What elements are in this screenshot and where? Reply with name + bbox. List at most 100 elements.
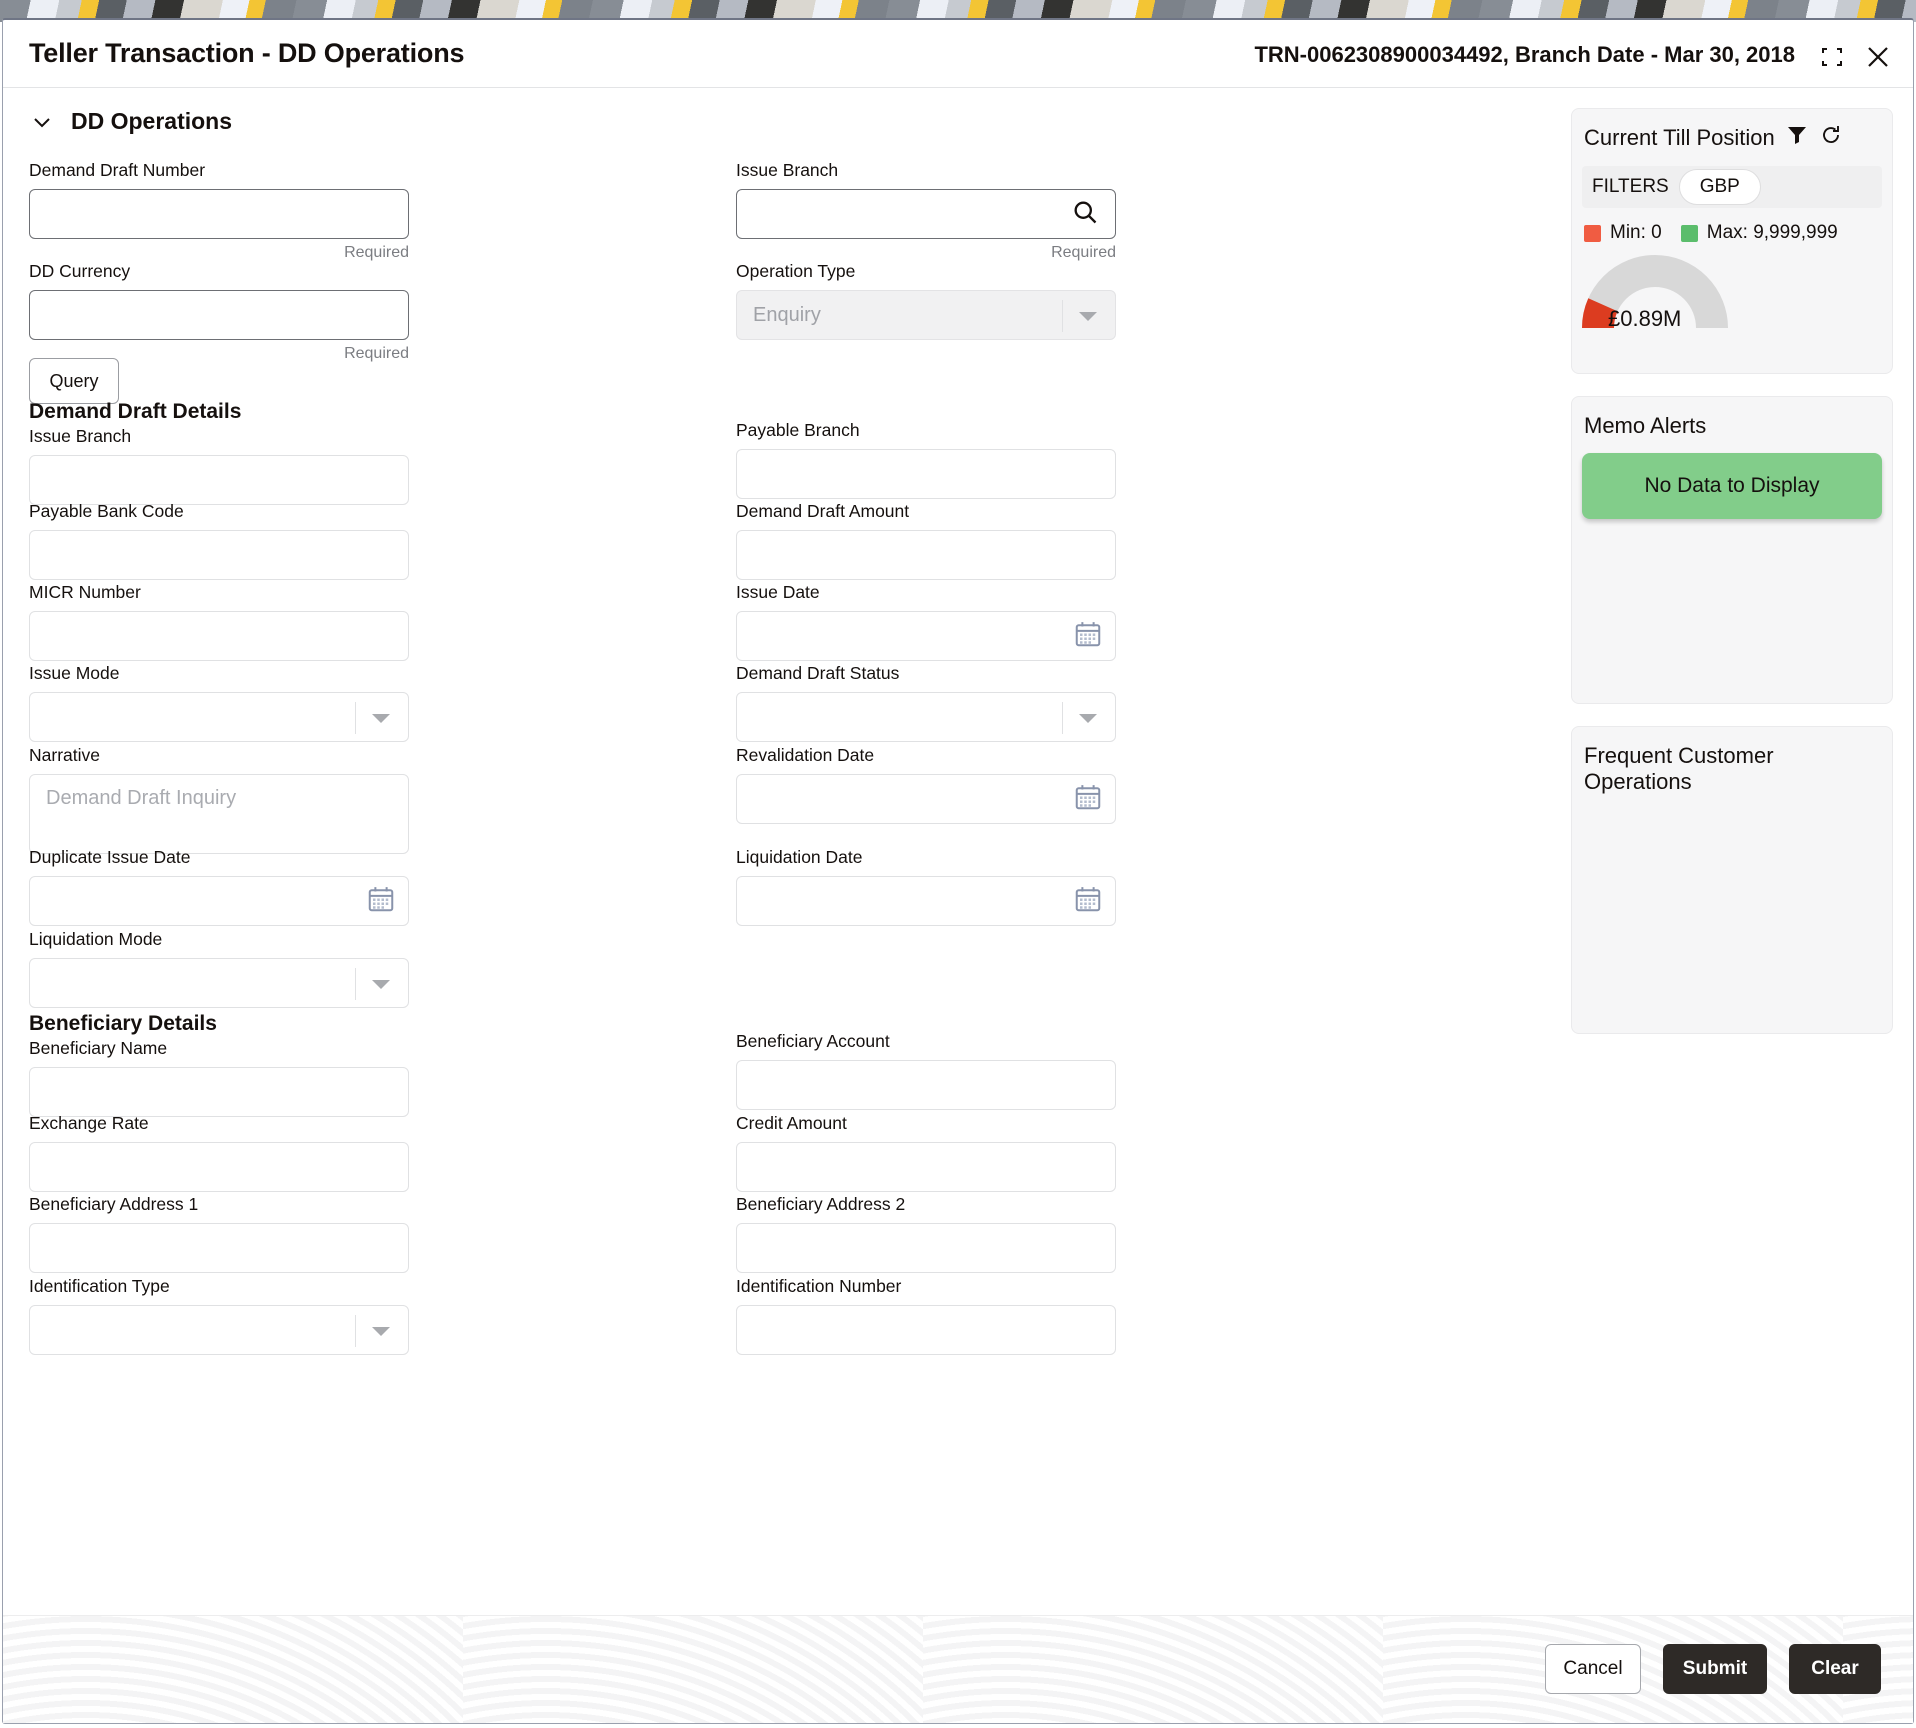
frequent-customer-operations-title: Frequent Customer Operations <box>1584 743 1774 795</box>
field-liquidation-date: Liquidation Date <box>736 847 1116 927</box>
credit-amount-input[interactable] <box>736 1142 1116 1193</box>
till-title: Current Till Position <box>1584 124 1775 150</box>
field-issue-branch-search: Issue Branch Required <box>736 160 1116 262</box>
section-header[interactable]: DD Operations <box>31 108 232 135</box>
max-swatch <box>1680 224 1698 242</box>
label-duplicate-issue-date: Duplicate Issue Date <box>29 847 191 867</box>
memo-alerts-card: Memo Alerts No Data to Display <box>1571 396 1893 704</box>
issue-mode-select[interactable] <box>29 692 409 743</box>
till-legend: Min: 0 Max: 9,999,999 <box>1572 208 1892 244</box>
frequent-customer-operations-card: Frequent Customer Operations <box>1571 726 1893 1034</box>
demand-draft-status-select[interactable] <box>736 692 1116 743</box>
label-issue-date: Issue Date <box>736 582 820 602</box>
right-widget-column: Current Till Position FILTERS GBP Min: 0… <box>1571 108 1893 1034</box>
label-liquidation-mode: Liquidation Mode <box>29 929 163 949</box>
label-payable-branch: Payable Branch <box>736 420 860 440</box>
beneficiary-name-input[interactable] <box>29 1067 409 1118</box>
demand-draft-amount-input[interactable] <box>736 530 1116 581</box>
field-credit-amount: Credit Amount <box>736 1113 1116 1193</box>
label-narrative: Narrative <box>29 745 100 765</box>
duplicate-issue-date-input[interactable] <box>29 876 409 927</box>
label-micr-number: MICR Number <box>29 582 141 602</box>
window-titlebar: Teller Transaction - DD Operations TRN-0… <box>3 20 1913 88</box>
identification-number-input[interactable] <box>736 1305 1116 1356</box>
label-liquidation-date: Liquidation Date <box>736 847 863 867</box>
field-issue-mode: Issue Mode <box>29 663 409 743</box>
group-beneficiary-details: Beneficiary Details Beneficiary Name <box>29 1012 409 1118</box>
field-revalidation-date: Revalidation Date <box>736 745 1116 825</box>
issue-branch-input[interactable] <box>736 189 1116 240</box>
max-label: Max: 9,999,999 <box>1706 222 1838 243</box>
select-divider <box>1062 300 1063 333</box>
issue-date-input[interactable] <box>736 611 1116 662</box>
memo-alerts-empty-state[interactable]: No Data to Display <box>1582 453 1882 520</box>
field-micr-number: MICR Number <box>29 582 409 662</box>
memo-alerts-title: Memo Alerts <box>1584 413 1707 438</box>
clear-button[interactable]: Clear <box>1789 1644 1881 1694</box>
page-title: Teller Transaction - DD Operations <box>29 38 465 68</box>
liquidation-date-input[interactable] <box>736 876 1116 927</box>
demand-draft-number-input[interactable] <box>29 189 409 240</box>
filters-label: FILTERS <box>1592 176 1669 197</box>
payable-branch-input[interactable] <box>736 449 1116 500</box>
beneficiary-account-input[interactable] <box>736 1060 1116 1111</box>
field-beneficiary-address-1: Beneficiary Address 1 <box>29 1194 409 1274</box>
payable-bank-code-input[interactable] <box>29 530 409 581</box>
field-demand-draft-amount: Demand Draft Amount <box>736 501 1116 581</box>
calendar-icon[interactable] <box>1073 619 1103 654</box>
issue-branch-readonly-input[interactable] <box>29 455 409 506</box>
narrative-textarea[interactable]: Demand Draft Inquiry <box>29 774 409 855</box>
identification-type-select[interactable] <box>29 1305 409 1356</box>
field-exchange-rate: Exchange Rate <box>29 1113 409 1193</box>
chevron-down-icon <box>372 714 390 724</box>
beneficiary-address-1-input[interactable] <box>29 1223 409 1274</box>
search-icon[interactable] <box>1071 198 1099 231</box>
gauge-value-label: £0.89M <box>1608 306 1682 331</box>
calendar-icon[interactable] <box>1073 782 1103 817</box>
field-liquidation-mode: Liquidation Mode <box>29 929 409 1009</box>
label-identification-type: Identification Type <box>29 1276 170 1296</box>
label-issue-branch: Issue Branch <box>736 160 839 180</box>
cancel-button[interactable]: Cancel <box>1545 1644 1641 1694</box>
label-demand-draft-number: Demand Draft Number <box>29 160 206 180</box>
hint-issue-branch: Required <box>1051 244 1116 262</box>
group-title-beneficiary-details: Beneficiary Details <box>29 1012 217 1035</box>
currency-filter-pill[interactable]: GBP <box>1678 169 1761 205</box>
close-icon[interactable] <box>1861 40 1895 74</box>
field-demand-draft-number: Demand Draft Number Required <box>29 160 409 262</box>
field-issue-date: Issue Date <box>736 582 1116 662</box>
exchange-rate-input[interactable] <box>29 1142 409 1193</box>
submit-button[interactable]: Submit <box>1663 1644 1767 1694</box>
field-dd-currency: DD Currency Required <box>29 261 409 363</box>
micr-number-input[interactable] <box>29 611 409 662</box>
till-filters-row: FILTERS GBP <box>1582 166 1882 208</box>
till-gauge: £0.89M <box>1572 250 1892 336</box>
select-divider <box>355 968 356 1001</box>
chevron-down-icon[interactable] <box>31 111 53 133</box>
label-payable-bank-code: Payable Bank Code <box>29 501 184 521</box>
form-area: Demand Draft Number Required DD Currency… <box>3 160 1463 1650</box>
collapse-icon[interactable] <box>1815 40 1849 74</box>
min-swatch <box>1584 224 1601 242</box>
current-till-position-card: Current Till Position FILTERS GBP Min: 0… <box>1571 108 1893 374</box>
beneficiary-address-2-input[interactable] <box>736 1223 1116 1274</box>
label-beneficiary-address-2: Beneficiary Address 2 <box>736 1194 906 1214</box>
calendar-icon[interactable] <box>1073 884 1103 919</box>
filter-icon[interactable] <box>1785 123 1809 152</box>
query-button[interactable]: Query <box>29 358 119 404</box>
operation-type-select[interactable]: Enquiry <box>736 290 1116 341</box>
liquidation-mode-select[interactable] <box>29 958 409 1009</box>
refresh-icon[interactable] <box>1819 123 1843 152</box>
field-narrative: Narrative Demand Draft Inquiry <box>29 745 409 855</box>
label-revalidation-date: Revalidation Date <box>736 745 875 765</box>
label-demand-draft-status: Demand Draft Status <box>736 663 900 683</box>
field-demand-draft-status: Demand Draft Status <box>736 663 1116 743</box>
label-credit-amount: Credit Amount <box>736 1113 847 1133</box>
calendar-icon[interactable] <box>366 884 396 919</box>
dd-currency-input[interactable] <box>29 290 409 341</box>
field-identification-number: Identification Number <box>736 1276 1116 1356</box>
footer-action-bar: Cancel Submit Clear <box>3 1615 1913 1723</box>
section-title: DD Operations <box>71 108 233 134</box>
revalidation-date-input[interactable] <box>736 774 1116 825</box>
till-header: Current Till Position <box>1572 109 1892 152</box>
